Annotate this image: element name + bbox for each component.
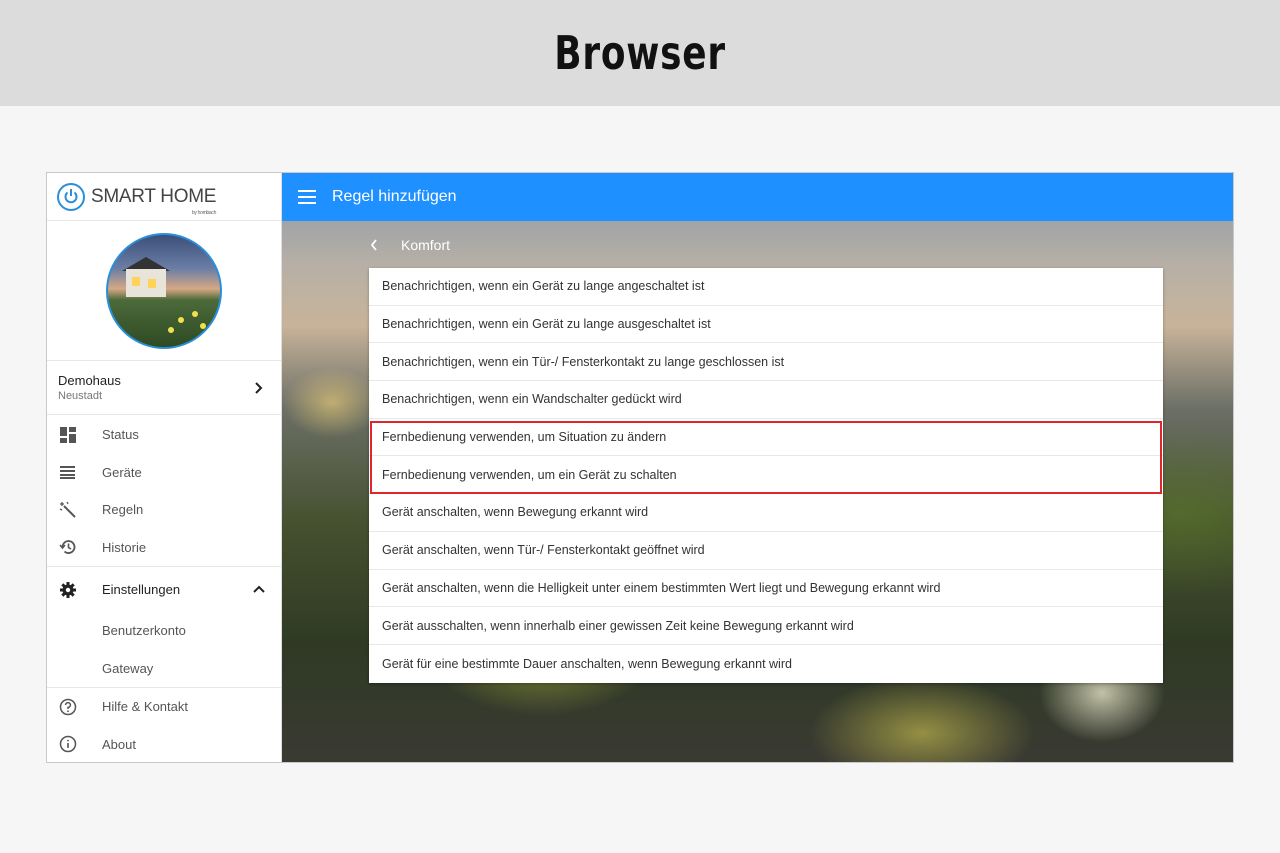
nav-label: Status — [102, 427, 139, 443]
chevron-right-icon — [251, 380, 267, 396]
breadcrumb[interactable]: Komfort — [370, 235, 450, 255]
nav-item-regeln[interactable]: Regeln — [47, 491, 281, 529]
nav-label: About — [102, 736, 136, 752]
sidebar-item-benutzerkonto[interactable]: Benutzerkonto — [47, 612, 281, 650]
rule-item[interactable]: Benachrichtigen, wenn ein Gerät zu lange… — [369, 268, 1163, 306]
nav-item-hilfe[interactable]: Hilfe & Kontakt — [47, 688, 281, 726]
magic-wand-icon — [59, 501, 77, 519]
info-icon — [59, 735, 77, 753]
rule-item[interactable]: Fernbedienung verwenden, um Situation zu… — [369, 419, 1163, 457]
list-icon — [59, 463, 77, 481]
rule-item[interactable]: Benachrichtigen, wenn ein Gerät zu lange… — [369, 306, 1163, 344]
footer-nav: Hilfe & Kontakt About — [47, 687, 281, 763]
rule-item[interactable]: Gerät anschalten, wenn die Helligkeit un… — [369, 570, 1163, 608]
rule-item[interactable]: Gerät ausschalten, wenn innerhalb einer … — [369, 607, 1163, 645]
nav-item-geraete[interactable]: Geräte — [47, 454, 281, 492]
main-nav: Status Geräte Regeln Historie — [47, 415, 281, 566]
nav-label: Hilfe & Kontakt — [102, 699, 188, 715]
logo-text: SMART HOME by hornbach — [91, 185, 217, 216]
rule-item[interactable]: Gerät für eine bestimmte Dauer anschalte… — [369, 645, 1163, 683]
nav-item-status[interactable]: Status — [47, 416, 281, 454]
avatar-section — [47, 221, 281, 361]
banner-title: Browser — [554, 26, 726, 80]
logo-title: SMART HOME — [91, 185, 217, 207]
nav-item-about[interactable]: About — [47, 726, 281, 763]
home-avatar[interactable] — [106, 232, 222, 349]
rule-item[interactable]: Gerät anschalten, wenn Tür-/ Fensterkont… — [369, 532, 1163, 570]
chevron-left-icon[interactable] — [370, 235, 390, 255]
banner: Browser — [0, 0, 1280, 106]
nav-label: Geräte — [102, 464, 142, 480]
nav-item-historie[interactable]: Historie — [47, 529, 281, 567]
gear-icon — [59, 581, 77, 599]
rule-template-list: Benachrichtigen, wenn ein Gerät zu lange… — [369, 268, 1163, 683]
nav-label: Historie — [102, 539, 147, 555]
settings-label: Einstellungen — [102, 582, 181, 597]
app-window: SMART HOME by hornbach Demohaus Neustadt — [46, 172, 1234, 763]
place-location: Neustadt — [58, 390, 103, 402]
dashboard-icon — [59, 426, 77, 444]
place-selector[interactable]: Demohaus Neustadt — [47, 361, 281, 415]
hamburger-menu-icon[interactable] — [298, 190, 316, 204]
sidebar: SMART HOME by hornbach Demohaus Neustadt — [47, 173, 282, 762]
logo[interactable]: SMART HOME by hornbach — [47, 173, 281, 221]
nav-label: Regeln — [102, 502, 144, 518]
main-content: Regel hinzufügen Komfort Benachrichtigen… — [282, 173, 1233, 762]
rule-item[interactable]: Benachrichtigen, wenn ein Wandschalter g… — [369, 381, 1163, 419]
page-title: Regel hinzufügen — [332, 188, 457, 205]
breadcrumb-label: Komfort — [401, 237, 451, 253]
rule-item[interactable]: Gerät anschalten, wenn Bewegung erkannt … — [369, 494, 1163, 532]
logo-subtitle: by hornbach — [191, 209, 217, 216]
sidebar-item-gateway[interactable]: Gateway — [47, 650, 281, 688]
power-house-icon — [57, 182, 85, 211]
place-name: Demohaus — [58, 373, 121, 388]
rule-item[interactable]: Benachrichtigen, wenn ein Tür-/ Fensterk… — [369, 343, 1163, 382]
settings-toggle[interactable]: Einstellungen — [47, 567, 281, 612]
help-icon — [59, 698, 77, 716]
topbar: Regel hinzufügen — [282, 173, 1233, 221]
rule-item[interactable]: Fernbedienung verwenden, um ein Gerät zu… — [369, 456, 1163, 495]
history-icon — [59, 538, 77, 556]
chevron-up-icon — [251, 582, 267, 598]
settings-group: Einstellungen Benutzerkonto Gateway — [47, 566, 281, 687]
